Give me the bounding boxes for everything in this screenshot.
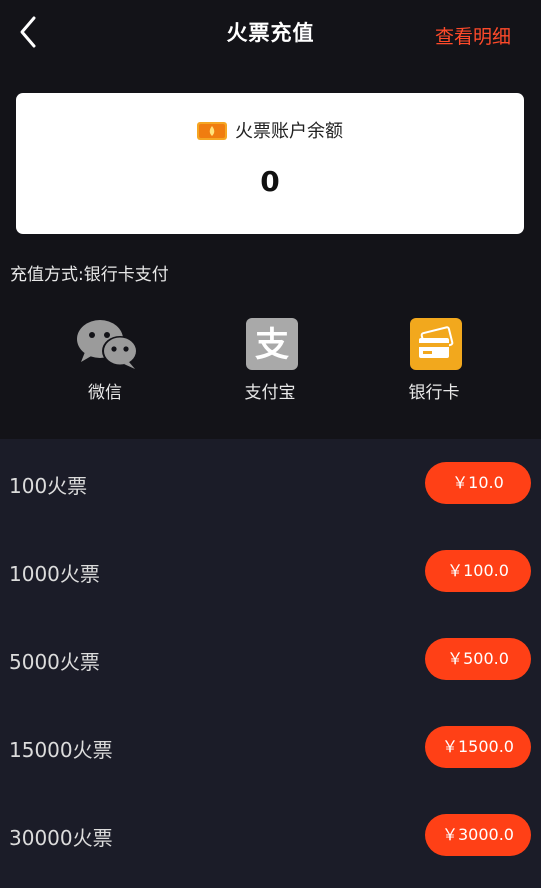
view-details-link[interactable]: 查看明细 <box>435 22 511 49</box>
package-row: 5000火票 ￥500.0 <box>0 615 541 703</box>
ticket-icon <box>197 122 227 140</box>
package-row: 30000火票 ￥3000.0 <box>0 791 541 879</box>
price-button[interactable]: ￥500.0 <box>425 638 531 680</box>
balance-label: 火票账户余额 <box>235 121 343 142</box>
package-row: 1000火票 ￥100.0 <box>0 527 541 615</box>
pay-option-bank-card[interactable]: 银行卡 <box>379 318 489 403</box>
balance-label-row: 火票账户余额 <box>16 117 524 143</box>
pay-option-wechat[interactable]: 微信 <box>50 318 160 403</box>
bank-card-icon <box>404 318 464 370</box>
package-name: 100火票 <box>9 474 88 498</box>
package-list: 100火票 ￥10.0 1000火票 ￥100.0 5000火票 ￥500.0 … <box>0 439 541 888</box>
payment-method-text: 充值方式:银行卡支付 <box>10 265 169 285</box>
balance-value: 0 <box>260 165 280 198</box>
package-name: 30000火票 <box>9 826 113 850</box>
pay-option-label: 银行卡 <box>408 383 460 403</box>
wechat-icon <box>75 318 138 370</box>
package-name: 1000火票 <box>9 562 100 586</box>
alipay-icon: 支 <box>240 318 300 370</box>
price-button[interactable]: ￥10.0 <box>425 462 531 504</box>
top-bar: 火票充值 查看明细 <box>0 0 541 70</box>
pay-option-alipay[interactable]: 支 支付宝 <box>215 318 325 403</box>
price-button[interactable]: ￥3000.0 <box>425 814 531 856</box>
pay-option-label: 微信 <box>88 383 122 403</box>
balance-card: 火票账户余额 0 <box>16 93 524 234</box>
package-row: 100火票 ￥10.0 <box>0 439 541 527</box>
package-name: 15000火票 <box>9 738 113 762</box>
price-button[interactable]: ￥100.0 <box>425 550 531 592</box>
price-button[interactable]: ￥1500.0 <box>425 726 531 768</box>
package-name: 5000火票 <box>9 650 100 674</box>
svg-text:支: 支 <box>255 325 289 365</box>
package-row: 15000火票 ￥1500.0 <box>0 703 541 791</box>
pay-option-label: 支付宝 <box>244 383 296 403</box>
